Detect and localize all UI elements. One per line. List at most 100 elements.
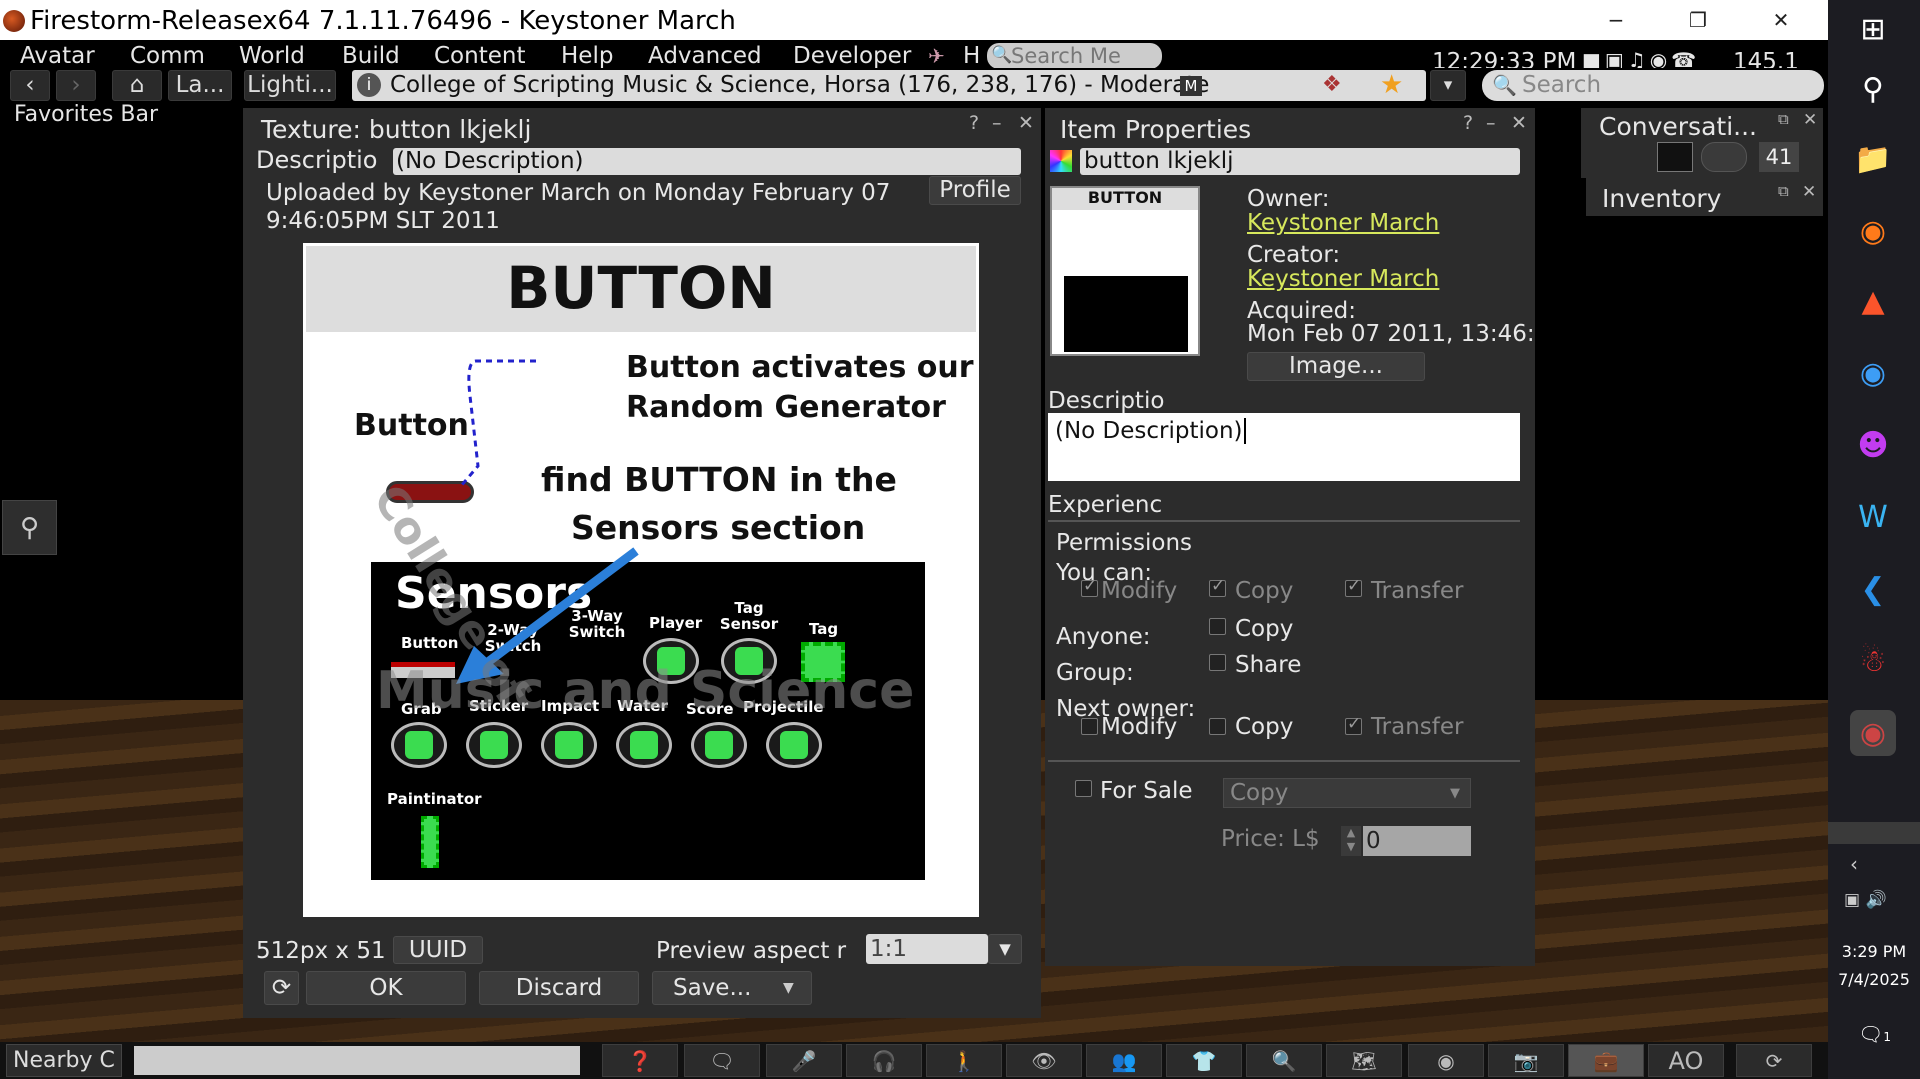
undock-icon[interactable]: ⧉ [1778,110,1789,128]
help-button[interactable]: ? [1463,112,1473,134]
firestorm-taskbar-icon[interactable]: ◉ [1850,710,1896,756]
back-button[interactable]: ‹ [10,70,50,101]
voice-toolbar-button[interactable]: 🎤 [766,1044,842,1077]
close-icon[interactable]: ✕ [1802,182,1816,202]
map-toolbar-button[interactable]: 🗺 [1326,1044,1402,1077]
home-button[interactable]: ⌂ [112,70,162,101]
view-toolbar-button[interactable]: 👁 [1006,1044,1082,1077]
taskbar-scrollbar[interactable] [1828,822,1920,844]
taskbar-time[interactable]: 3:29 PM [1828,942,1920,961]
thumbnail-image[interactable]: BUTTON [1050,186,1200,356]
app-mask-icon[interactable]: ☻ [1850,422,1896,468]
minimize-panel-button[interactable]: – [1486,112,1496,134]
sensor-label-tag: Tag [809,620,839,638]
chat-bubble-icon[interactable] [1701,142,1747,172]
item-panel-title: Item Properties [1060,115,1252,144]
conversation-count-badge[interactable]: 41 [1759,142,1799,172]
group-label: Group: [1056,660,1134,686]
shirt-icon: 👕 [1191,1048,1217,1073]
sale-type-arrow[interactable]: ▼ [1450,786,1460,801]
speak-toolbar-button[interactable]: 🎧 [846,1044,922,1077]
firefox-icon[interactable]: ◉ [1850,208,1896,254]
chat-input[interactable] [134,1046,580,1075]
anyone-copy-checkbox[interactable] [1209,618,1226,635]
restore-button[interactable]: ❐ [1657,0,1739,40]
inventory-toolbar-button[interactable]: 💼 [1568,1044,1644,1077]
aspect-dropdown-arrow[interactable]: ▼ [988,934,1022,964]
radar-toolbar-button[interactable]: ◉ [1408,1044,1484,1077]
location-dropdown[interactable]: ▾ [1430,70,1466,101]
you-transfer-checkbox[interactable] [1345,576,1362,597]
chevron-left-icon[interactable]: ‹ [1850,852,1858,876]
description-textarea[interactable]: (No Description) [1048,413,1520,481]
file-explorer-icon[interactable]: 📁 [1850,136,1896,182]
price-spinner[interactable]: ▲ ▼ [1341,826,1361,856]
next-modify-checkbox[interactable] [1081,718,1098,735]
profile-button[interactable]: Profile [929,176,1021,205]
owner-link[interactable]: Keystoner March [1247,210,1439,236]
help-toolbar-button[interactable]: ❓ [602,1044,678,1077]
undock-icon[interactable]: ⧉ [1778,182,1789,200]
save-dropdown-arrow[interactable]: ▼ [783,980,794,996]
conversation-thumb[interactable] [1657,142,1693,172]
divider [1048,520,1520,522]
uploaded-time-text: 9:46:05PM SLT 2011 [266,208,500,234]
preview-aspect-combo[interactable]: 1:1 [866,934,988,964]
app-satellite-icon[interactable]: ☃ [1850,638,1896,684]
for-sale-checkbox[interactable] [1075,780,1092,797]
you-copy-checkbox[interactable] [1209,576,1226,597]
image-button[interactable]: Image... [1247,352,1425,381]
refresh-button[interactable]: ⟳ [264,971,299,1005]
search-me-input[interactable]: Search Me [987,43,1162,69]
close-button[interactable]: ✕ [1740,0,1822,40]
sale-type-combo[interactable]: Copy [1223,778,1471,808]
close-panel-button[interactable]: ✕ [1511,112,1527,134]
minimize-button[interactable]: − [1575,0,1657,40]
landmark-button[interactable]: La... [168,70,232,101]
taskbar-date[interactable]: 7/4/2025 [1828,970,1920,989]
network-icon[interactable]: ▣ 🔊 [1844,890,1887,910]
nearby-chat-button[interactable]: Nearby C [6,1044,122,1077]
chat-toolbar-button[interactable]: 🗨 [684,1044,760,1077]
suitcase-icon: 💼 [1593,1048,1619,1073]
search-icon[interactable]: ⚲ [1850,66,1896,112]
people-toolbar-button[interactable]: 👥 [1086,1044,1162,1077]
appearance-toolbar-button[interactable]: 👕 [1166,1044,1242,1077]
snapshot-toolbar-button[interactable]: 📷 [1488,1044,1564,1077]
price-input[interactable]: 0 [1363,826,1471,856]
uuid-button[interactable]: UUID [393,936,483,964]
minimize-panel-button[interactable]: – [992,112,1002,134]
ok-button[interactable]: OK [306,971,466,1005]
you-modify-checkbox[interactable] [1081,576,1098,597]
help-button[interactable]: ? [969,112,979,134]
windows-start-icon[interactable]: ⊞ [1850,6,1896,52]
ao-toolbar-button[interactable]: AO [1648,1044,1724,1077]
next-transfer-checkbox[interactable] [1345,714,1362,735]
thumbnail-sensors [1064,276,1188,352]
creator-link[interactable]: Keystoner March [1247,266,1439,292]
app-w-icon[interactable]: W [1850,494,1896,540]
favorite-star-icon[interactable]: ★ [1380,70,1403,100]
next-copy-checkbox[interactable] [1209,718,1226,735]
search-toolbar-button[interactable]: 🔍 [1246,1044,1322,1077]
discard-button[interactable]: Discard [479,971,639,1005]
browser-icon[interactable]: ◉ [1850,350,1896,396]
forward-button[interactable]: › [56,70,96,101]
close-icon[interactable]: ✕ [1803,110,1817,130]
info-icon[interactable]: i [357,73,381,97]
brave-icon[interactable]: ▲ [1850,278,1896,324]
search-input[interactable]: Search [1482,70,1824,101]
for-sale-label: For Sale [1100,778,1193,804]
location-bar[interactable]: i College of Scripting Music & Science, … [352,70,1426,101]
rotate-toolbar-button[interactable]: ⟳ [1736,1044,1812,1077]
group-share-checkbox[interactable] [1209,654,1226,671]
lighting-button[interactable]: Lighti... [244,70,336,101]
notification-icon[interactable]: 🗨1 [1858,1022,1891,1046]
favorites-bar[interactable]: Favorites Bar [14,102,158,127]
move-toolbar-button[interactable]: 🚶 [926,1044,1002,1077]
description-field[interactable]: (No Description) [393,148,1021,175]
map-pin-button[interactable]: ⚲ [2,500,57,555]
item-name-field[interactable]: button lkjeklj [1080,148,1520,175]
vscode-icon[interactable]: ❮ [1850,566,1896,612]
close-panel-button[interactable]: ✕ [1018,112,1034,134]
